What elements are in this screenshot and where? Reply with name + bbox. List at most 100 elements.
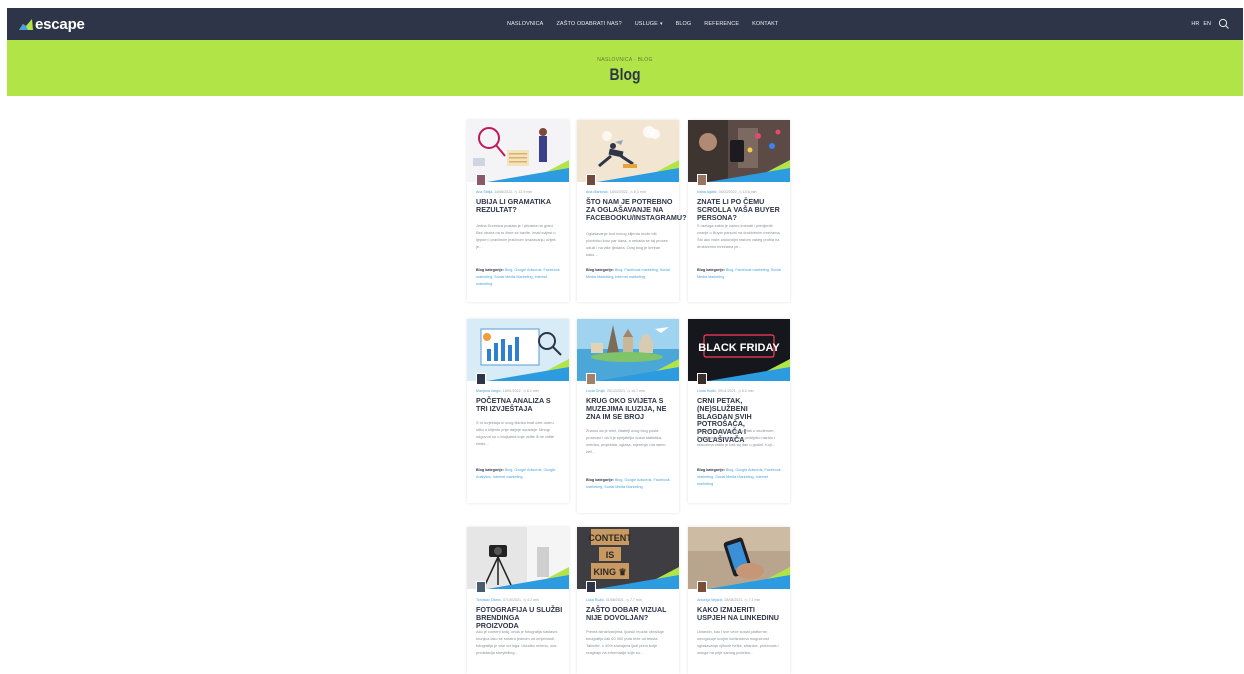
- post-title[interactable]: ŠTO NAM JE POTREBNO ZA OGLAŠAVANJE NA FA…: [586, 198, 687, 222]
- post-categories: Blog kategorije: Blog, Facebook marketin…: [697, 267, 782, 281]
- post-meta: Luka Ružić, 31/08/2021, ◷ 7.7 min: [586, 598, 642, 602]
- read-time: 14.7 min: [631, 389, 645, 393]
- post-date: 18/02/2022: [609, 190, 628, 194]
- page-title: Blog: [609, 65, 641, 84]
- search-icon[interactable]: [1218, 18, 1230, 30]
- nav-item-reference[interactable]: REFERENCE: [704, 21, 739, 27]
- author-avatar: [586, 581, 596, 593]
- post-thumbnail[interactable]: [467, 120, 569, 182]
- breadcrumb[interactable]: NASLOVNICA · BLOG: [7, 57, 1243, 63]
- post-date: 20/12/2021: [606, 389, 625, 393]
- nav-item-blog[interactable]: BLOG: [676, 21, 692, 27]
- post-thumbnail[interactable]: [688, 527, 790, 589]
- clock-icon: ◷: [514, 190, 518, 194]
- nav-item-kontakt[interactable]: KONTAKT: [752, 21, 778, 27]
- post-date: 04/02/2022: [718, 190, 737, 194]
- lang-hr[interactable]: HR: [1191, 21, 1199, 27]
- clock-icon: ◷: [744, 598, 748, 602]
- post-thumbnail[interactable]: [688, 120, 790, 182]
- post-excerpt: Crni petak pada na četvrti petak u stude…: [697, 428, 776, 447]
- post-categories: Blog kategorije: Blog, Google Adwords, F…: [697, 467, 782, 488]
- post-excerpt: Oglašavanje kod novog klijenta može biti…: [586, 231, 668, 257]
- blog-card[interactable]: Marijana Vargić, 18/01/2022, ◷ 8.2 min P…: [467, 319, 569, 503]
- post-thumbnail[interactable]: [577, 120, 679, 182]
- categories-label: Blog kategorije:: [586, 268, 614, 272]
- logo-chart-icon: [19, 19, 33, 30]
- post-author[interactable]: Tomislav Dlunić: [476, 598, 501, 602]
- clock-icon: ◷: [626, 389, 631, 393]
- clock-icon: ◷: [522, 389, 526, 393]
- post-date: 31/08/2021: [605, 598, 624, 602]
- page-hero: NASLOVNICA · BLOG Blog: [7, 40, 1243, 96]
- post-title[interactable]: UBIJA LI GRAMATIKA REZULTAT?: [476, 198, 563, 214]
- nav-item-naslovnica[interactable]: NASLOVNICA: [507, 21, 543, 27]
- post-meta: Ana Šiblja, 14/06/2022, ◷ 12.9 min: [476, 190, 533, 194]
- post-meta: Ana Marković, 18/02/2022, ◷ 6.3 min: [586, 190, 646, 194]
- nav-item-zasto-odabrati-nas[interactable]: ZAŠTO ODABRATI NAS?: [556, 21, 621, 27]
- post-author[interactable]: Luka Ružić: [586, 598, 604, 602]
- svg-text:KING ♛: KING ♛: [593, 567, 626, 577]
- post-title[interactable]: ZAŠTO DOBAR VIZUAL NIJE DOVOLJAN?: [586, 606, 673, 622]
- post-meta: Tomislav Dlunić, 07/10/2021, ◷ 4.2 min: [476, 598, 539, 602]
- post-author[interactable]: Ana Šiblja: [476, 190, 492, 194]
- brand-logo[interactable]: escape: [19, 15, 85, 33]
- author-avatar: [476, 373, 486, 385]
- categories-label: Blog kategorije:: [476, 468, 504, 472]
- nav-item-usluge[interactable]: USLUGE ▾: [635, 21, 663, 27]
- author-avatar: [586, 373, 596, 385]
- lang-en[interactable]: EN: [1203, 21, 1211, 27]
- chevron-down-icon: ▾: [659, 21, 663, 27]
- author-avatar: [586, 174, 596, 186]
- post-thumbnail[interactable]: [467, 527, 569, 589]
- post-author[interactable]: Marijana Vargić: [476, 389, 501, 393]
- nav-item-usluge-label: USLUGE: [634, 21, 658, 27]
- post-title[interactable]: ZNATE LI PO ČEMU SCROLLA VAŠA BUYER PERS…: [697, 198, 784, 222]
- post-author[interactable]: Antonija Vejačić: [697, 598, 722, 602]
- blog-card[interactable]: Antonija Vejačić, 28/08/2021, ◷ 7.1 min …: [688, 527, 790, 674]
- clock-icon: ◷: [737, 389, 741, 393]
- categories-label: Blog kategorije:: [586, 478, 614, 482]
- read-time: 10.6 min: [742, 190, 757, 194]
- post-meta: Linda Hudić, 09/11/2021, ◷ 6.2 min: [697, 389, 754, 393]
- post-title[interactable]: KAKO IZMJERITI USPJEH NA LINKEDINU: [697, 606, 784, 622]
- blog-card[interactable]: Tomislav Dlunić, 07/10/2021, ◷ 4.2 min F…: [467, 527, 569, 674]
- post-thumbnail[interactable]: [577, 319, 679, 381]
- post-excerpt: Ako je content kralj, onda je fotografij…: [476, 629, 558, 655]
- post-author[interactable]: Ana Marković: [586, 190, 608, 194]
- svg-text:IS: IS: [606, 550, 615, 560]
- post-title[interactable]: KRUG OKO SVIJETA S MUZEJIMA ILUZIJA, NE …: [586, 397, 673, 421]
- post-author[interactable]: Linda Hudić: [697, 389, 716, 393]
- post-author[interactable]: Ivana Agatić: [697, 190, 717, 194]
- brand-name: escape: [35, 15, 85, 33]
- author-avatar: [697, 373, 707, 385]
- blog-card[interactable]: BLACK FRIDAY Linda Hudić, 09/11/2021, ◷ …: [688, 319, 790, 503]
- read-time: 8.2 min: [526, 389, 539, 393]
- post-meta: Ivana Agatić, 04/02/2022, ◷ 10.6 min: [697, 190, 757, 194]
- post-title[interactable]: POČETNA ANALIZA S TRI IZVJEŠTAJA: [476, 397, 563, 413]
- categories-label: Blog kategorije:: [476, 268, 504, 272]
- post-categories: Blog kategorije: Blog, Google Adwords, G…: [476, 467, 561, 481]
- post-date: 28/08/2021: [724, 598, 743, 602]
- svg-text:BLACK FRIDAY: BLACK FRIDAY: [698, 342, 780, 354]
- post-categories: Blog kategorije: Blog, Google Adwords, F…: [476, 267, 561, 288]
- blog-card[interactable]: Ana Šiblja, 14/06/2022, ◷ 12.9 min UBIJA…: [467, 120, 569, 302]
- categories-label: Blog kategorije:: [697, 268, 725, 272]
- post-thumbnail[interactable]: BLACK FRIDAY: [688, 319, 790, 381]
- svg-text:CONTENT: CONTENT: [588, 533, 632, 543]
- blog-card[interactable]: Ivana Agatić, 04/02/2022, ◷ 10.6 min ZNA…: [688, 120, 790, 302]
- post-date: 18/01/2022: [502, 389, 521, 393]
- post-thumbnail[interactable]: CONTENT IS KING ♛: [577, 527, 679, 589]
- blog-card[interactable]: Ana Marković, 18/02/2022, ◷ 6.3 min ŠTO …: [577, 120, 687, 302]
- read-time: 6.2 min: [741, 389, 754, 393]
- blog-card[interactable]: CONTENT IS KING ♛ Luka Ružić, 31/08/2021…: [577, 527, 679, 674]
- page-top-margin: [0, 0, 1244, 8]
- post-author[interactable]: Lucia Grujić: [586, 389, 605, 393]
- read-time: 7.7 min: [629, 598, 642, 602]
- blog-card[interactable]: Lucia Grujić, 20/12/2021, ◷ 14.7 min KRU…: [577, 319, 679, 513]
- post-title[interactable]: FOTOGRAFIJA U SLUŽBI BRENDINGA PROIZVODA: [476, 606, 563, 630]
- post-excerpt: Znamo da je rekli, čitatelji ovog blog p…: [586, 428, 666, 454]
- main-menu: NASLOVNICA ZAŠTO ODABRATI NAS? USLUGE ▾ B…: [507, 8, 778, 40]
- post-thumbnail[interactable]: [467, 319, 569, 381]
- post-excerpt: S tri izvještaja iz ovog članka imat ćet…: [476, 420, 555, 446]
- clock-icon: ◷: [738, 190, 742, 194]
